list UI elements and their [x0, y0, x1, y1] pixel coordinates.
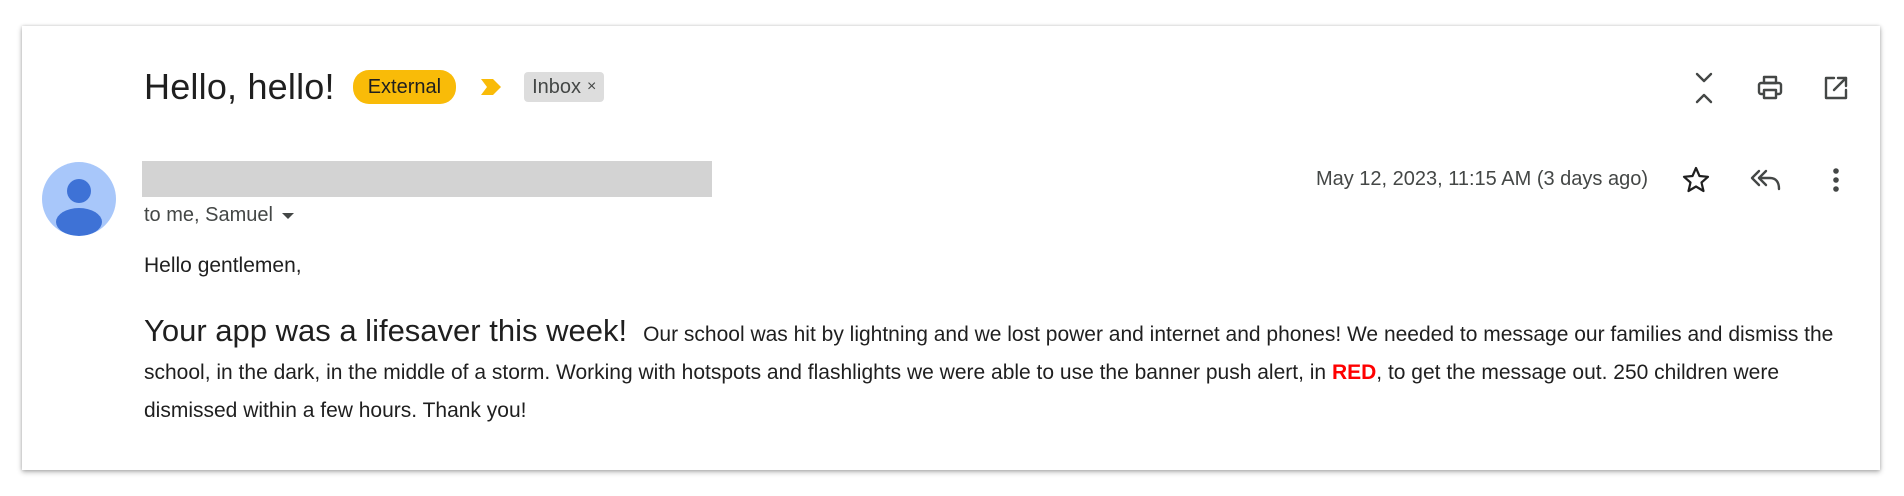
star-icon[interactable] [1674, 158, 1718, 202]
sender-name-redacted [142, 161, 712, 197]
message-actions [1648, 158, 1858, 202]
recipients-text: to me, Samuel [144, 204, 273, 226]
email-date: May 12, 2023, 11:15 AM (3 days ago) [1315, 168, 1648, 190]
open-in-new-window-icon[interactable] [1814, 66, 1858, 110]
email-body-lead: Your app was a lifesaver this week! [144, 313, 628, 348]
email-body-highlight: RED [1331, 361, 1377, 384]
subject-row: Hello, hello! External Inbox × [144, 64, 605, 110]
reply-all-icon[interactable] [1744, 158, 1788, 202]
recipients-line: to me, Samuel [144, 204, 295, 227]
email-body: Your app was a lifesaver this week! Our s… [144, 312, 1864, 430]
email-subject: Hello, hello! [144, 66, 335, 107]
header-actions [1660, 66, 1858, 110]
sender-avatar[interactable] [42, 162, 116, 236]
importance-marker-icon[interactable] [476, 75, 506, 99]
show-details-chevron-down-icon[interactable] [281, 211, 295, 221]
print-icon[interactable] [1748, 66, 1792, 110]
collapse-all-icon[interactable] [1682, 66, 1726, 110]
email-greeting: Hello gentlemen, [144, 254, 302, 277]
inbox-label-text: Inbox [532, 76, 582, 98]
external-label: External [352, 70, 457, 104]
more-vert-icon[interactable] [1814, 158, 1858, 202]
email-card: Hello, hello! External Inbox × to me, Sa… [22, 26, 1880, 470]
inbox-label[interactable]: Inbox × [524, 72, 605, 102]
remove-label-icon[interactable]: × [587, 76, 596, 98]
